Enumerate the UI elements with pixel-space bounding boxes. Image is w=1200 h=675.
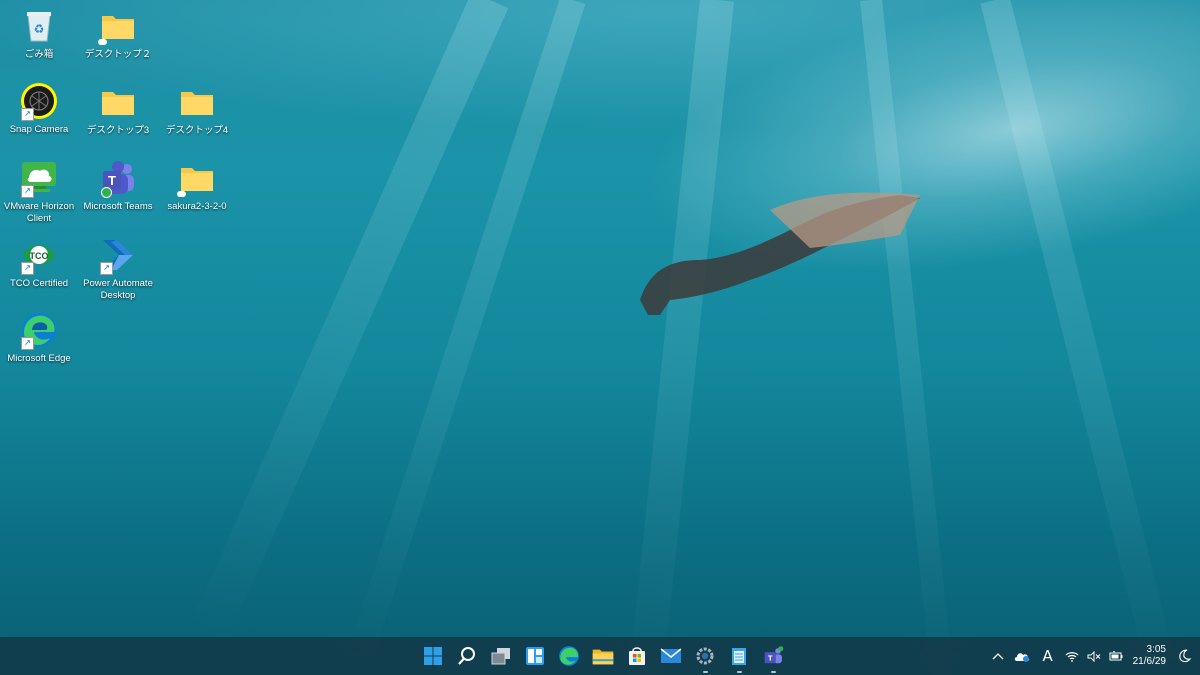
svg-text:♻: ♻ (34, 22, 45, 36)
widgets-button[interactable] (518, 641, 552, 671)
desktop-icon-label: TCO Certified (9, 278, 69, 289)
volume-button[interactable] (1083, 637, 1105, 675)
edge-icon: ↗ (19, 310, 59, 350)
desktop-icon-label: VMware Horizon Client (3, 201, 75, 224)
cloud-sync-icon (177, 191, 186, 197)
clock-time: 3:05 (1146, 644, 1166, 655)
taskbar: T A 3:05 21/6/29 (0, 637, 1200, 675)
desktop-icon-snap-camera[interactable]: ↗ Snap Camera (1, 81, 77, 136)
desktop-icon-label: Snap Camera (9, 124, 69, 135)
status-check-icon (101, 187, 112, 198)
widgets-icon (526, 647, 544, 665)
battery-charging-icon (1109, 651, 1123, 661)
shortcut-arrow-icon: ↗ (21, 262, 34, 275)
battery-button[interactable] (1105, 637, 1127, 675)
desktop-icon-label: sakura2-3-2-0 (167, 201, 227, 212)
show-hidden-icons-button[interactable] (987, 637, 1009, 675)
edge-icon (559, 646, 579, 666)
desktop-icon-recycle-bin[interactable]: ♻ ごみ箱 (1, 6, 77, 61)
teams-icon: T (98, 158, 138, 198)
start-button[interactable] (416, 641, 450, 671)
notifications-button[interactable] (1174, 637, 1196, 675)
folder-icon (592, 649, 614, 665)
running-indicator (702, 671, 708, 673)
store-icon (629, 647, 645, 665)
shortcut-arrow-icon: ↗ (21, 185, 34, 198)
taskbar-apps: T (416, 641, 790, 673)
shortcut-arrow-icon: ↗ (21, 337, 34, 350)
network-button[interactable] (1061, 637, 1083, 675)
chevron-up-icon (992, 653, 1004, 660)
task-view-button[interactable] (484, 641, 518, 671)
system-tray: A 3:05 21/6/29 (987, 637, 1200, 675)
desktop-icon-label: ごみ箱 (24, 49, 54, 60)
mail-icon (660, 648, 682, 663)
folder-icon (177, 158, 217, 198)
snap-camera-icon: ↗ (19, 81, 59, 121)
volume-muted-icon (1087, 650, 1100, 662)
desktop-icon-sakura[interactable]: sakura2-3-2-0 (159, 158, 235, 213)
folder-icon (98, 6, 138, 46)
tco-certified-icon: TCO ↗ (19, 235, 59, 275)
teams-taskbar-button[interactable]: T (756, 641, 790, 673)
desktop-icon-label: Microsoft Edge (7, 353, 71, 364)
ime-mode-label: A (1042, 647, 1053, 665)
recycle-bin-icon: ♻ (19, 6, 59, 46)
desktop-icon-label: デスクトップ２ (84, 49, 152, 60)
clock-date: 21/6/29 (1132, 656, 1166, 667)
desktop-icon-desktop3[interactable]: デスクトップ3 (80, 82, 156, 137)
search-icon (458, 647, 475, 665)
svg-text:TCO: TCO (30, 251, 49, 261)
cloud-sync-icon (98, 39, 107, 45)
notepad-icon (732, 648, 746, 665)
edge-taskbar-button[interactable] (552, 641, 586, 671)
shortcut-arrow-icon: ↗ (21, 108, 34, 121)
moon-icon (1179, 649, 1192, 663)
task-view-icon (491, 648, 510, 665)
running-indicator (736, 671, 742, 673)
vmware-horizon-icon: ↗ (19, 158, 59, 198)
desktop-icon-vmware-horizon[interactable]: ↗ VMware Horizon Client (1, 158, 77, 225)
svg-text:T: T (108, 173, 116, 188)
desktop-icon-label: デスクトップ4 (165, 125, 229, 136)
desktop-icon-power-automate[interactable]: ↗ Power Automate Desktop (80, 235, 156, 302)
windows-logo-icon (424, 647, 442, 665)
clock-button[interactable]: 3:05 21/6/29 (1127, 644, 1174, 668)
shortcut-arrow-icon: ↗ (100, 262, 113, 275)
desktop-icon-label: Power Automate Desktop (83, 278, 153, 301)
folder-icon (177, 82, 217, 122)
desktop-icon-desktop2[interactable]: デスクトップ２ (80, 6, 156, 61)
onedrive-icon (1014, 652, 1029, 662)
gear-icon (696, 647, 714, 665)
file-explorer-button[interactable] (586, 641, 620, 671)
settings-button[interactable] (688, 641, 722, 673)
wifi-icon (1065, 651, 1079, 662)
desktop-icon-teams[interactable]: T Microsoft Teams (80, 158, 156, 213)
folder-icon (98, 82, 138, 122)
running-indicator (770, 671, 776, 673)
power-automate-icon: ↗ (98, 235, 138, 275)
desktop-icon-tco-certified[interactable]: TCO ↗ TCO Certified (1, 235, 77, 290)
desktop-icon-edge[interactable]: ↗ Microsoft Edge (1, 310, 77, 365)
search-button[interactable] (450, 641, 484, 671)
notepad-button[interactable] (722, 641, 756, 673)
mail-button[interactable] (654, 641, 688, 671)
teams-icon: T (764, 646, 784, 664)
desktop-icon-label: Microsoft Teams (83, 201, 153, 212)
svg-text:T: T (768, 653, 773, 662)
freediver-silhouette (640, 192, 920, 315)
store-button[interactable] (620, 641, 654, 671)
desktop-icon-label: デスクトップ3 (86, 125, 150, 136)
desktop-icon-desktop4[interactable]: デスクトップ4 (159, 82, 235, 137)
ime-mode-indicator[interactable]: A (1035, 637, 1061, 675)
onedrive-button[interactable] (1009, 637, 1035, 675)
